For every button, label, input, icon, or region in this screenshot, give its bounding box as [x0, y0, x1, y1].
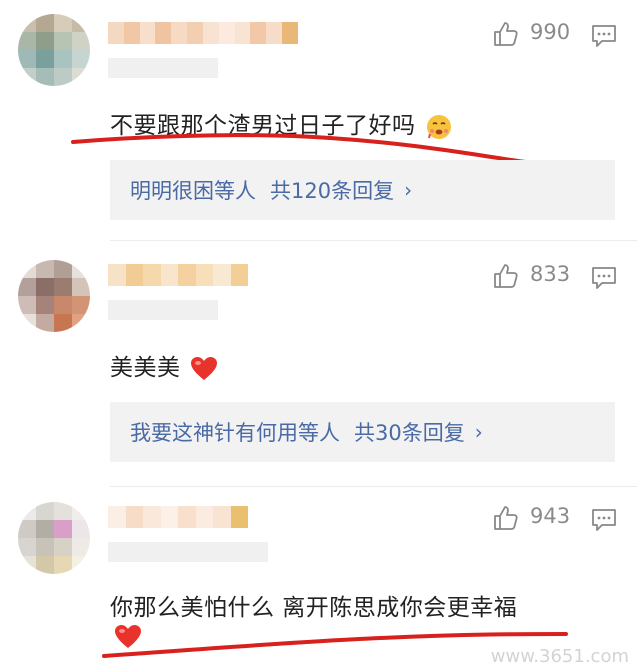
avatar[interactable] — [18, 260, 90, 332]
avatar[interactable] — [18, 14, 90, 86]
username-blurred[interactable] — [108, 22, 298, 44]
replies-link[interactable]: 我要这神针有何用等人 共30条回复 › — [110, 402, 615, 462]
timestamp-blurred — [108, 300, 218, 320]
timestamp-blurred — [108, 542, 268, 562]
username-blurred[interactable] — [108, 264, 248, 286]
heart-icon — [191, 356, 218, 380]
replies-count: 共120条回复 — [270, 179, 395, 203]
like-count: 943 — [530, 504, 571, 528]
thumbs-up-icon[interactable] — [492, 20, 520, 48]
divider — [110, 240, 637, 241]
like-count: 990 — [530, 20, 571, 44]
thumbs-up-icon[interactable] — [492, 262, 520, 290]
drooling-face-icon — [427, 114, 452, 139]
comment-text: 你那么美怕什么 离开陈思成你会更幸福 — [110, 595, 518, 621]
comment-bubble-icon[interactable] — [591, 266, 617, 290]
replies-users: 明明很困等人 — [130, 179, 256, 203]
comment-bubble-icon[interactable] — [591, 24, 617, 48]
like-count: 833 — [530, 262, 571, 286]
replies-users: 我要这神针有何用等人 — [130, 421, 340, 445]
chevron-right-icon: › — [474, 420, 483, 444]
chevron-right-icon: › — [404, 178, 413, 202]
comment-2: 833 美美美 我要这神针有何用等人 共30条回复 › — [0, 250, 637, 482]
comment-text: 不要跟那个渣男过日子了好吗 — [110, 106, 453, 141]
comment-bubble-icon[interactable] — [591, 508, 617, 532]
comment-text: 美美美 — [110, 348, 218, 382]
thumbs-up-icon[interactable] — [492, 504, 520, 532]
comment-1: 990 不要跟那个渣男过日子了好吗 明明很困等人 共120条回复 › — [0, 0, 637, 236]
replies-link[interactable]: 明明很困等人 共120条回复 › — [110, 160, 615, 220]
comment-3: 943 你那么美怕什么 离开陈思成你会更幸福 — [0, 492, 637, 671]
avatar[interactable] — [18, 502, 90, 574]
heart-icon — [115, 625, 141, 648]
divider — [110, 486, 637, 487]
replies-count: 共30条回复 — [354, 421, 465, 445]
watermark: www.3651.com — [490, 646, 629, 667]
username-blurred[interactable] — [108, 506, 248, 528]
timestamp-blurred — [108, 58, 218, 78]
